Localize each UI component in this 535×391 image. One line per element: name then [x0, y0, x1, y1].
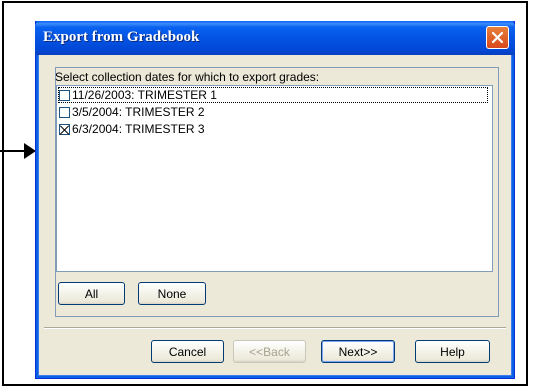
- window-title: Export from Gradebook: [43, 29, 200, 45]
- list-item[interactable]: 6/3/2004: TRIMESTER 3: [59, 121, 205, 137]
- group-label: Select collection dates for which to exp…: [55, 70, 320, 84]
- title-bar[interactable]: Export from Gradebook: [35, 21, 515, 55]
- close-button[interactable]: [486, 26, 509, 49]
- checkbox-trimester-3[interactable]: [59, 123, 70, 135]
- none-button[interactable]: None: [138, 282, 206, 305]
- list-item-label: 6/3/2004: TRIMESTER 3: [72, 122, 205, 136]
- list-item-label: 11/26/2003: TRIMESTER 1: [72, 88, 217, 102]
- cancel-button[interactable]: Cancel: [151, 340, 224, 363]
- export-dialog: Export from Gradebook Select collection …: [35, 21, 515, 379]
- collection-dates-list[interactable]: 11/26/2003: TRIMESTER 1 3/5/2004: TRIMES…: [56, 85, 493, 272]
- help-button[interactable]: Help: [415, 340, 490, 363]
- checkbox-trimester-1[interactable]: [59, 89, 70, 101]
- list-item-label: 3/5/2004: TRIMESTER 2: [72, 105, 205, 119]
- checkbox-trimester-2[interactable]: [59, 106, 70, 118]
- list-item[interactable]: 3/5/2004: TRIMESTER 2: [59, 104, 205, 120]
- all-button[interactable]: All: [58, 282, 125, 305]
- list-item[interactable]: 11/26/2003: TRIMESTER 1: [58, 87, 488, 103]
- pointer-arrow-shaft: [0, 150, 26, 152]
- close-icon: [491, 31, 504, 44]
- separator: [44, 327, 506, 329]
- next-button[interactable]: Next>>: [321, 340, 395, 363]
- back-button[interactable]: <<Back: [233, 340, 306, 363]
